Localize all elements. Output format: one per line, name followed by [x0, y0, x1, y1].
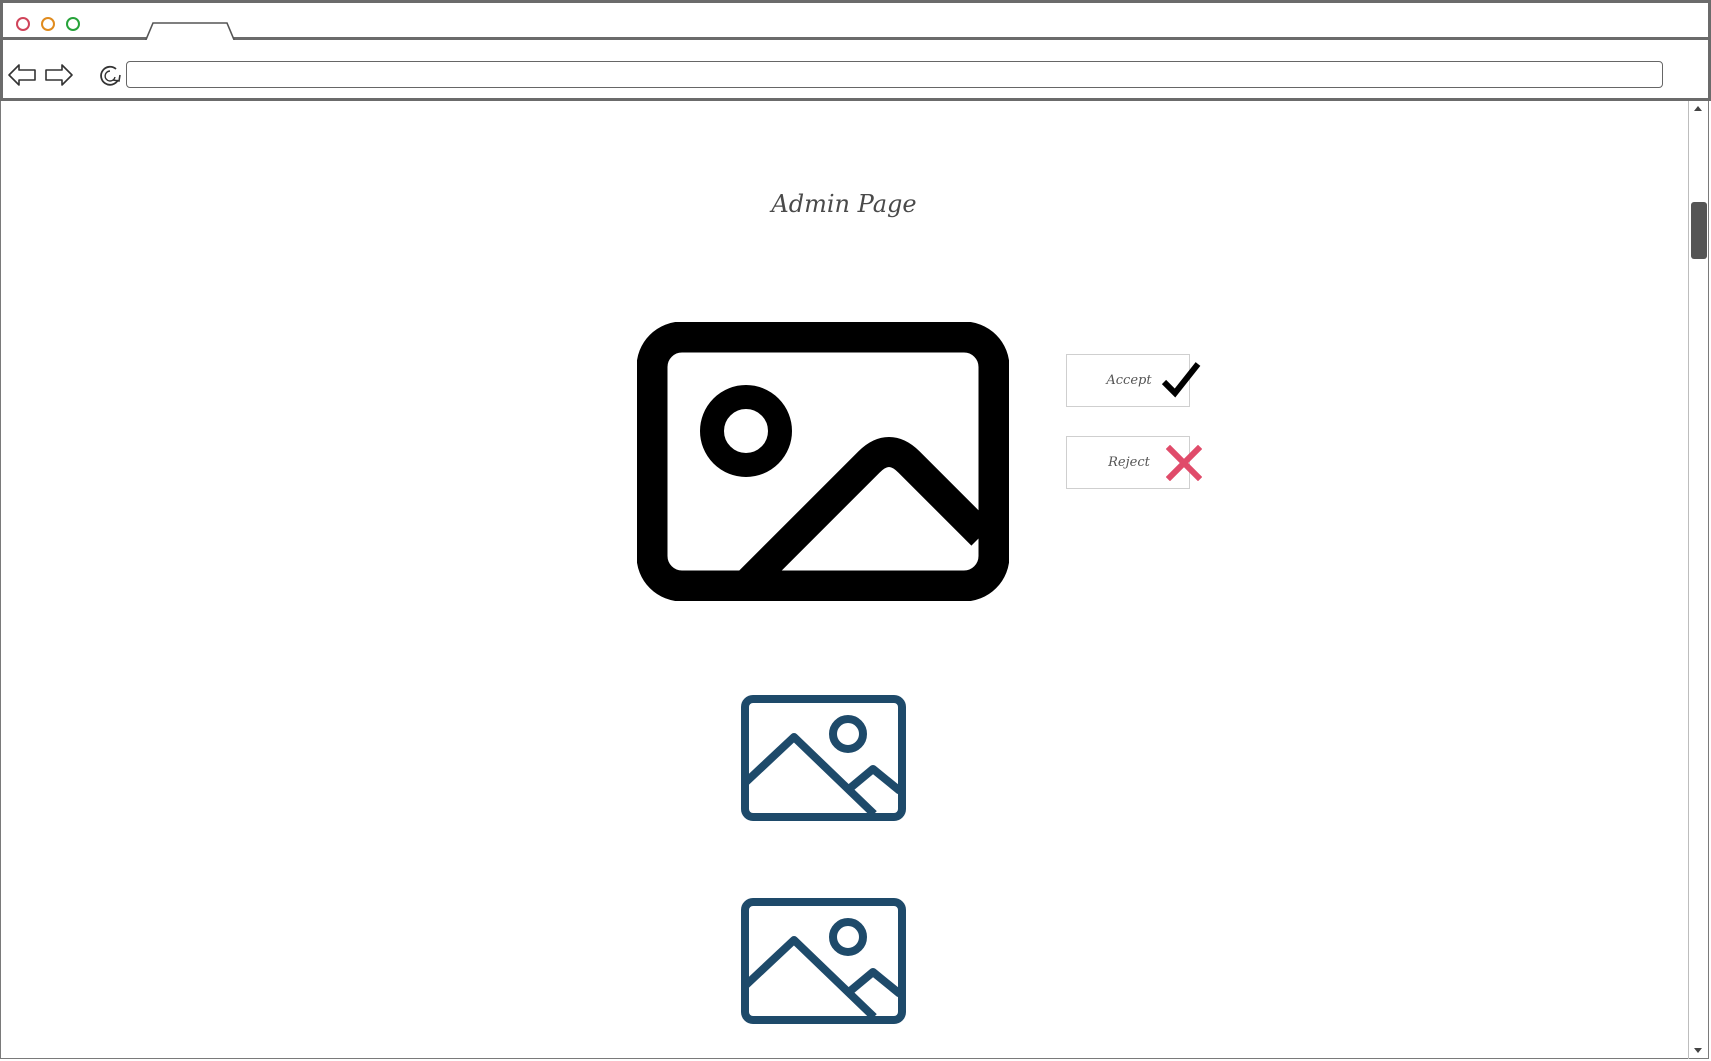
scrollbar-thumb[interactable] — [1691, 202, 1707, 259]
reload-icon[interactable] — [96, 62, 124, 90]
image-placeholder-icon — [637, 322, 1009, 601]
address-bar[interactable] — [126, 61, 1663, 88]
checkmark-icon[interactable] — [1160, 360, 1202, 400]
x-icon[interactable] — [1166, 445, 1202, 481]
scroll-down-arrow-icon[interactable] — [1692, 1046, 1704, 1056]
page-title: Admin Page — [771, 190, 917, 218]
maximize-window-button[interactable] — [66, 17, 80, 31]
browser-tab[interactable] — [144, 22, 236, 42]
back-arrow-icon[interactable] — [7, 62, 37, 88]
scroll-up-arrow-icon[interactable] — [1692, 103, 1704, 113]
forward-arrow-icon[interactable] — [44, 62, 74, 88]
close-window-button[interactable] — [16, 17, 30, 31]
window-titlebar — [0, 0, 1711, 42]
minimize-window-button[interactable] — [41, 17, 55, 31]
image-thumbnail-icon[interactable] — [740, 897, 907, 1025]
image-thumbnail-icon[interactable] — [740, 694, 907, 822]
